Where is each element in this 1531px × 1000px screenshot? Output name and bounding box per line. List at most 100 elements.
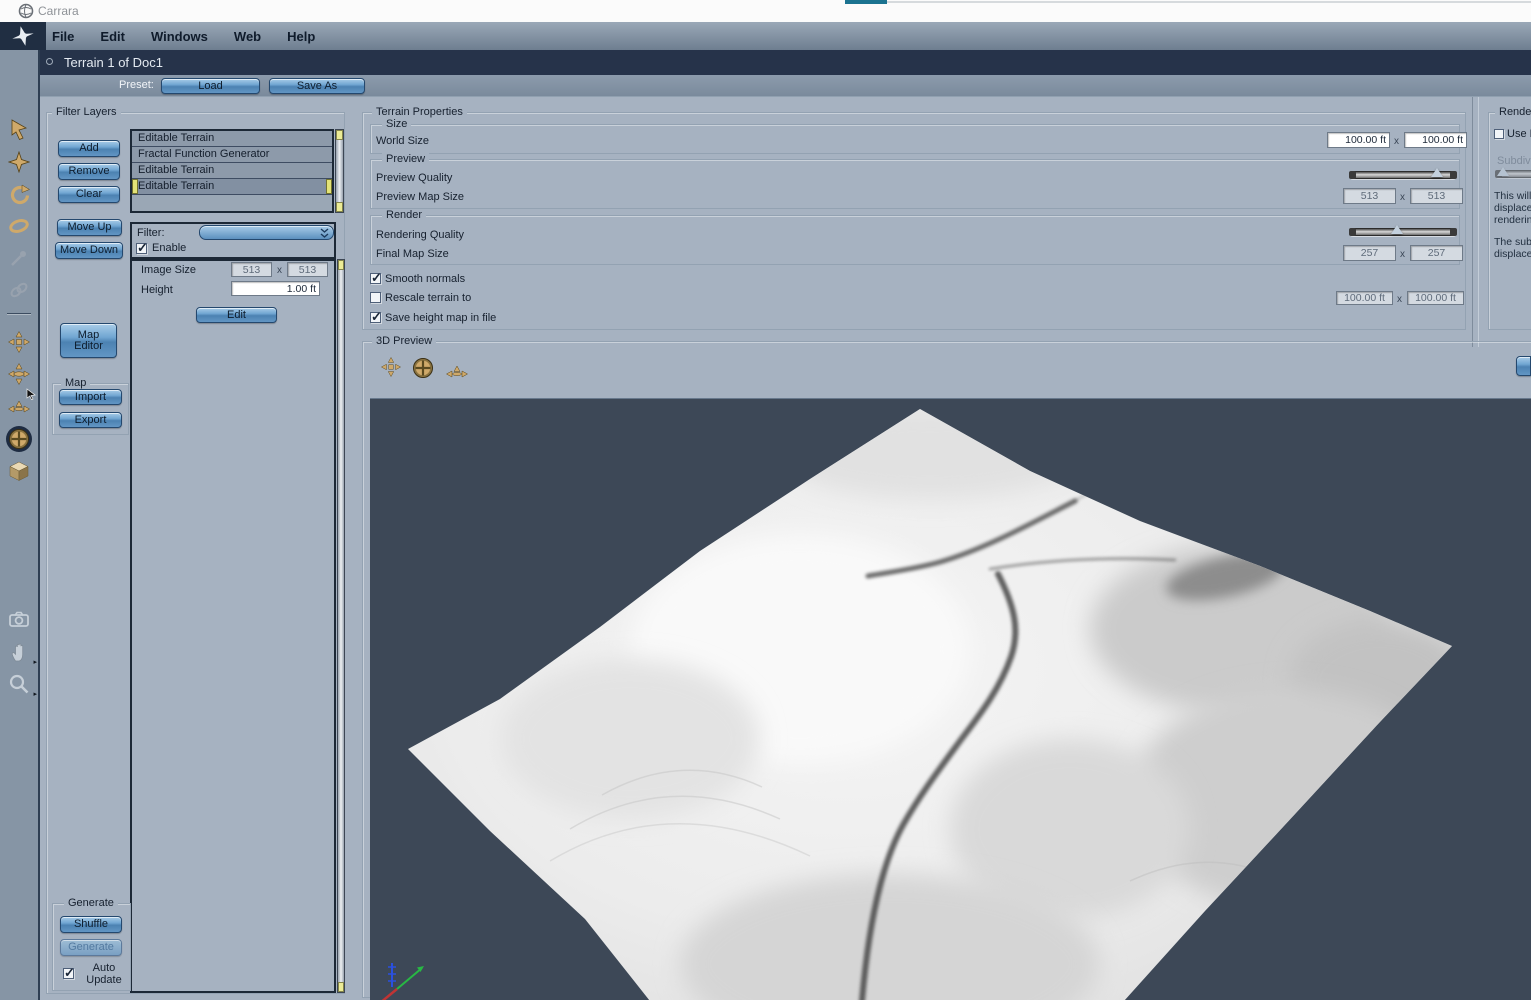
carrara-star-icon (12, 26, 34, 46)
menu-edit[interactable]: Edit (100, 29, 125, 44)
clipped-button[interactable] (1516, 356, 1531, 376)
filter-label: Filter: (137, 227, 165, 239)
render-panel-text-line: The subd (1494, 236, 1531, 248)
preview-map-size-label: Preview Map Size (376, 191, 465, 203)
edit-button[interactable]: Edit (196, 307, 277, 323)
menu-web[interactable]: Web (234, 29, 261, 44)
world-size-width-field[interactable]: 100.00 ft (1327, 132, 1390, 148)
flyout-arrow-icon: ▸ (33, 691, 37, 698)
subdivision-slider[interactable] (1495, 167, 1531, 178)
save-height-map-label: Save height map in file (385, 312, 497, 324)
size-separator: x (1394, 136, 1399, 147)
zoom-tool[interactable]: ▸ (6, 671, 37, 698)
menu-bar: File Edit Windows Web Help (0, 22, 1531, 50)
terrain-3d-viewport[interactable] (370, 398, 1531, 1000)
filter-dropdown[interactable] (199, 225, 334, 240)
scrollbar-cap[interactable] (338, 982, 344, 992)
layer-row[interactable]: Editable Terrain (132, 163, 332, 179)
render-panel-info-text: This willdisplacemrendering (1494, 190, 1531, 230)
slider-thumb[interactable] (1390, 225, 1403, 234)
rendering-quality-slider[interactable] (1349, 225, 1457, 236)
dolly-camera-tool[interactable] (6, 361, 32, 387)
terrain-render (381, 409, 1452, 1000)
terrain-properties-title: Terrain Properties (372, 106, 467, 118)
image-size-height-field: 513 (287, 262, 328, 277)
scrollbar-cap[interactable] (336, 202, 343, 212)
reference-box-tool[interactable] (6, 458, 32, 484)
render-group (370, 215, 1460, 265)
pan-arrows-icon[interactable] (381, 356, 401, 378)
size-separator: x (277, 265, 282, 276)
rotate-tool[interactable] (6, 182, 32, 208)
smooth-normals-checkbox[interactable] (370, 270, 382, 286)
render-camera-tool[interactable] (6, 606, 32, 632)
rescale-height-field: 100.00 ft (1407, 291, 1464, 305)
slider-thumb[interactable] (1430, 168, 1443, 177)
final-map-height-field: 257 (1410, 245, 1463, 261)
move-star-tool[interactable] (6, 149, 32, 175)
layer-row[interactable]: Editable Terrain (132, 179, 332, 195)
preview-group-title: Preview (382, 153, 430, 165)
pan-camera-tool[interactable] (6, 329, 32, 355)
axis-gizmo (381, 963, 424, 1000)
preview-map-height-field: 513 (1410, 188, 1463, 204)
shuffle-button[interactable]: Shuffle (60, 916, 122, 933)
hand-pan-tool[interactable]: ▸ (6, 639, 37, 666)
layer-row[interactable]: Editable Terrain (132, 131, 332, 147)
export-button[interactable]: Export (59, 412, 122, 428)
select-arrow-tool[interactable] (6, 117, 32, 143)
render-panel-text-line: rendering (1494, 214, 1531, 226)
carrara-logo (0, 22, 46, 50)
panel-divider (1478, 97, 1479, 347)
move-up-button[interactable]: Move Up (57, 219, 122, 236)
menu-help[interactable]: Help (287, 29, 315, 44)
document-title: Terrain 1 of Doc1 (64, 55, 163, 70)
clear-button[interactable]: Clear (58, 186, 120, 203)
preview-3d-title: 3D Preview (372, 335, 437, 347)
generate-button[interactable]: Generate (60, 939, 122, 956)
import-button[interactable]: Import (59, 389, 122, 405)
os-title-bar: Carrara (0, 0, 1531, 22)
save-as-button[interactable]: Save As (269, 78, 365, 94)
generate-group-title: Generate (64, 897, 118, 909)
use-displacement-checkbox[interactable] (1494, 129, 1504, 139)
save-height-map-checkbox[interactable] (370, 309, 382, 325)
final-map-size-label: Final Map Size (376, 248, 449, 260)
size-separator: x (1400, 249, 1405, 260)
final-map-width-field: 257 (1343, 245, 1396, 261)
scrollbar-cap[interactable] (338, 260, 344, 270)
enable-checkbox[interactable] (136, 240, 148, 256)
link-tool[interactable] (6, 277, 32, 303)
menu-windows[interactable]: Windows (151, 29, 208, 44)
menu-file[interactable]: File (52, 29, 74, 44)
world-size-height-field[interactable]: 100.00 ft (1404, 132, 1467, 148)
slider-thumb[interactable] (1496, 167, 1509, 176)
auto-update-checkbox[interactable] (63, 965, 75, 981)
add-button[interactable]: Add (58, 140, 120, 157)
load-button[interactable]: Load (161, 78, 260, 94)
move-down-button[interactable]: Move Down (55, 242, 123, 259)
left-toolbar: ▸ ▸ (0, 50, 40, 1000)
scrollbar-cap[interactable] (336, 130, 343, 140)
rescale-width-field: 100.00 ft (1336, 291, 1393, 305)
render-panel-info-text: The subddisplacem (1494, 236, 1531, 264)
filter-settings-panel (130, 259, 336, 993)
image-size-width-field: 513 (231, 262, 272, 277)
trackball-icon[interactable] (410, 355, 436, 381)
trackball-camera-tool[interactable] (6, 426, 32, 452)
filter-layer-list[interactable]: Editable Terrain Fractal Function Generat… (130, 129, 334, 213)
map-editor-button[interactable]: Map Editor (60, 323, 117, 358)
preset-bar (40, 75, 1531, 97)
rescale-terrain-label: Rescale terrain to (385, 292, 472, 304)
render-panel-text-line: displacem (1494, 202, 1531, 214)
settings-scrollbar[interactable] (337, 259, 345, 993)
layer-row[interactable]: Fractal Function Generator (132, 147, 332, 163)
layer-list-scrollbar[interactable] (335, 129, 344, 213)
bank-arrows-icon[interactable] (446, 361, 468, 383)
height-field[interactable]: 1.00 ft (231, 281, 320, 296)
preview-quality-slider[interactable] (1349, 168, 1457, 179)
eyedropper-tool[interactable] (6, 245, 32, 271)
remove-button[interactable]: Remove (58, 163, 120, 180)
rescale-terrain-checkbox[interactable] (370, 292, 381, 303)
scale-ring-tool[interactable] (6, 213, 32, 239)
